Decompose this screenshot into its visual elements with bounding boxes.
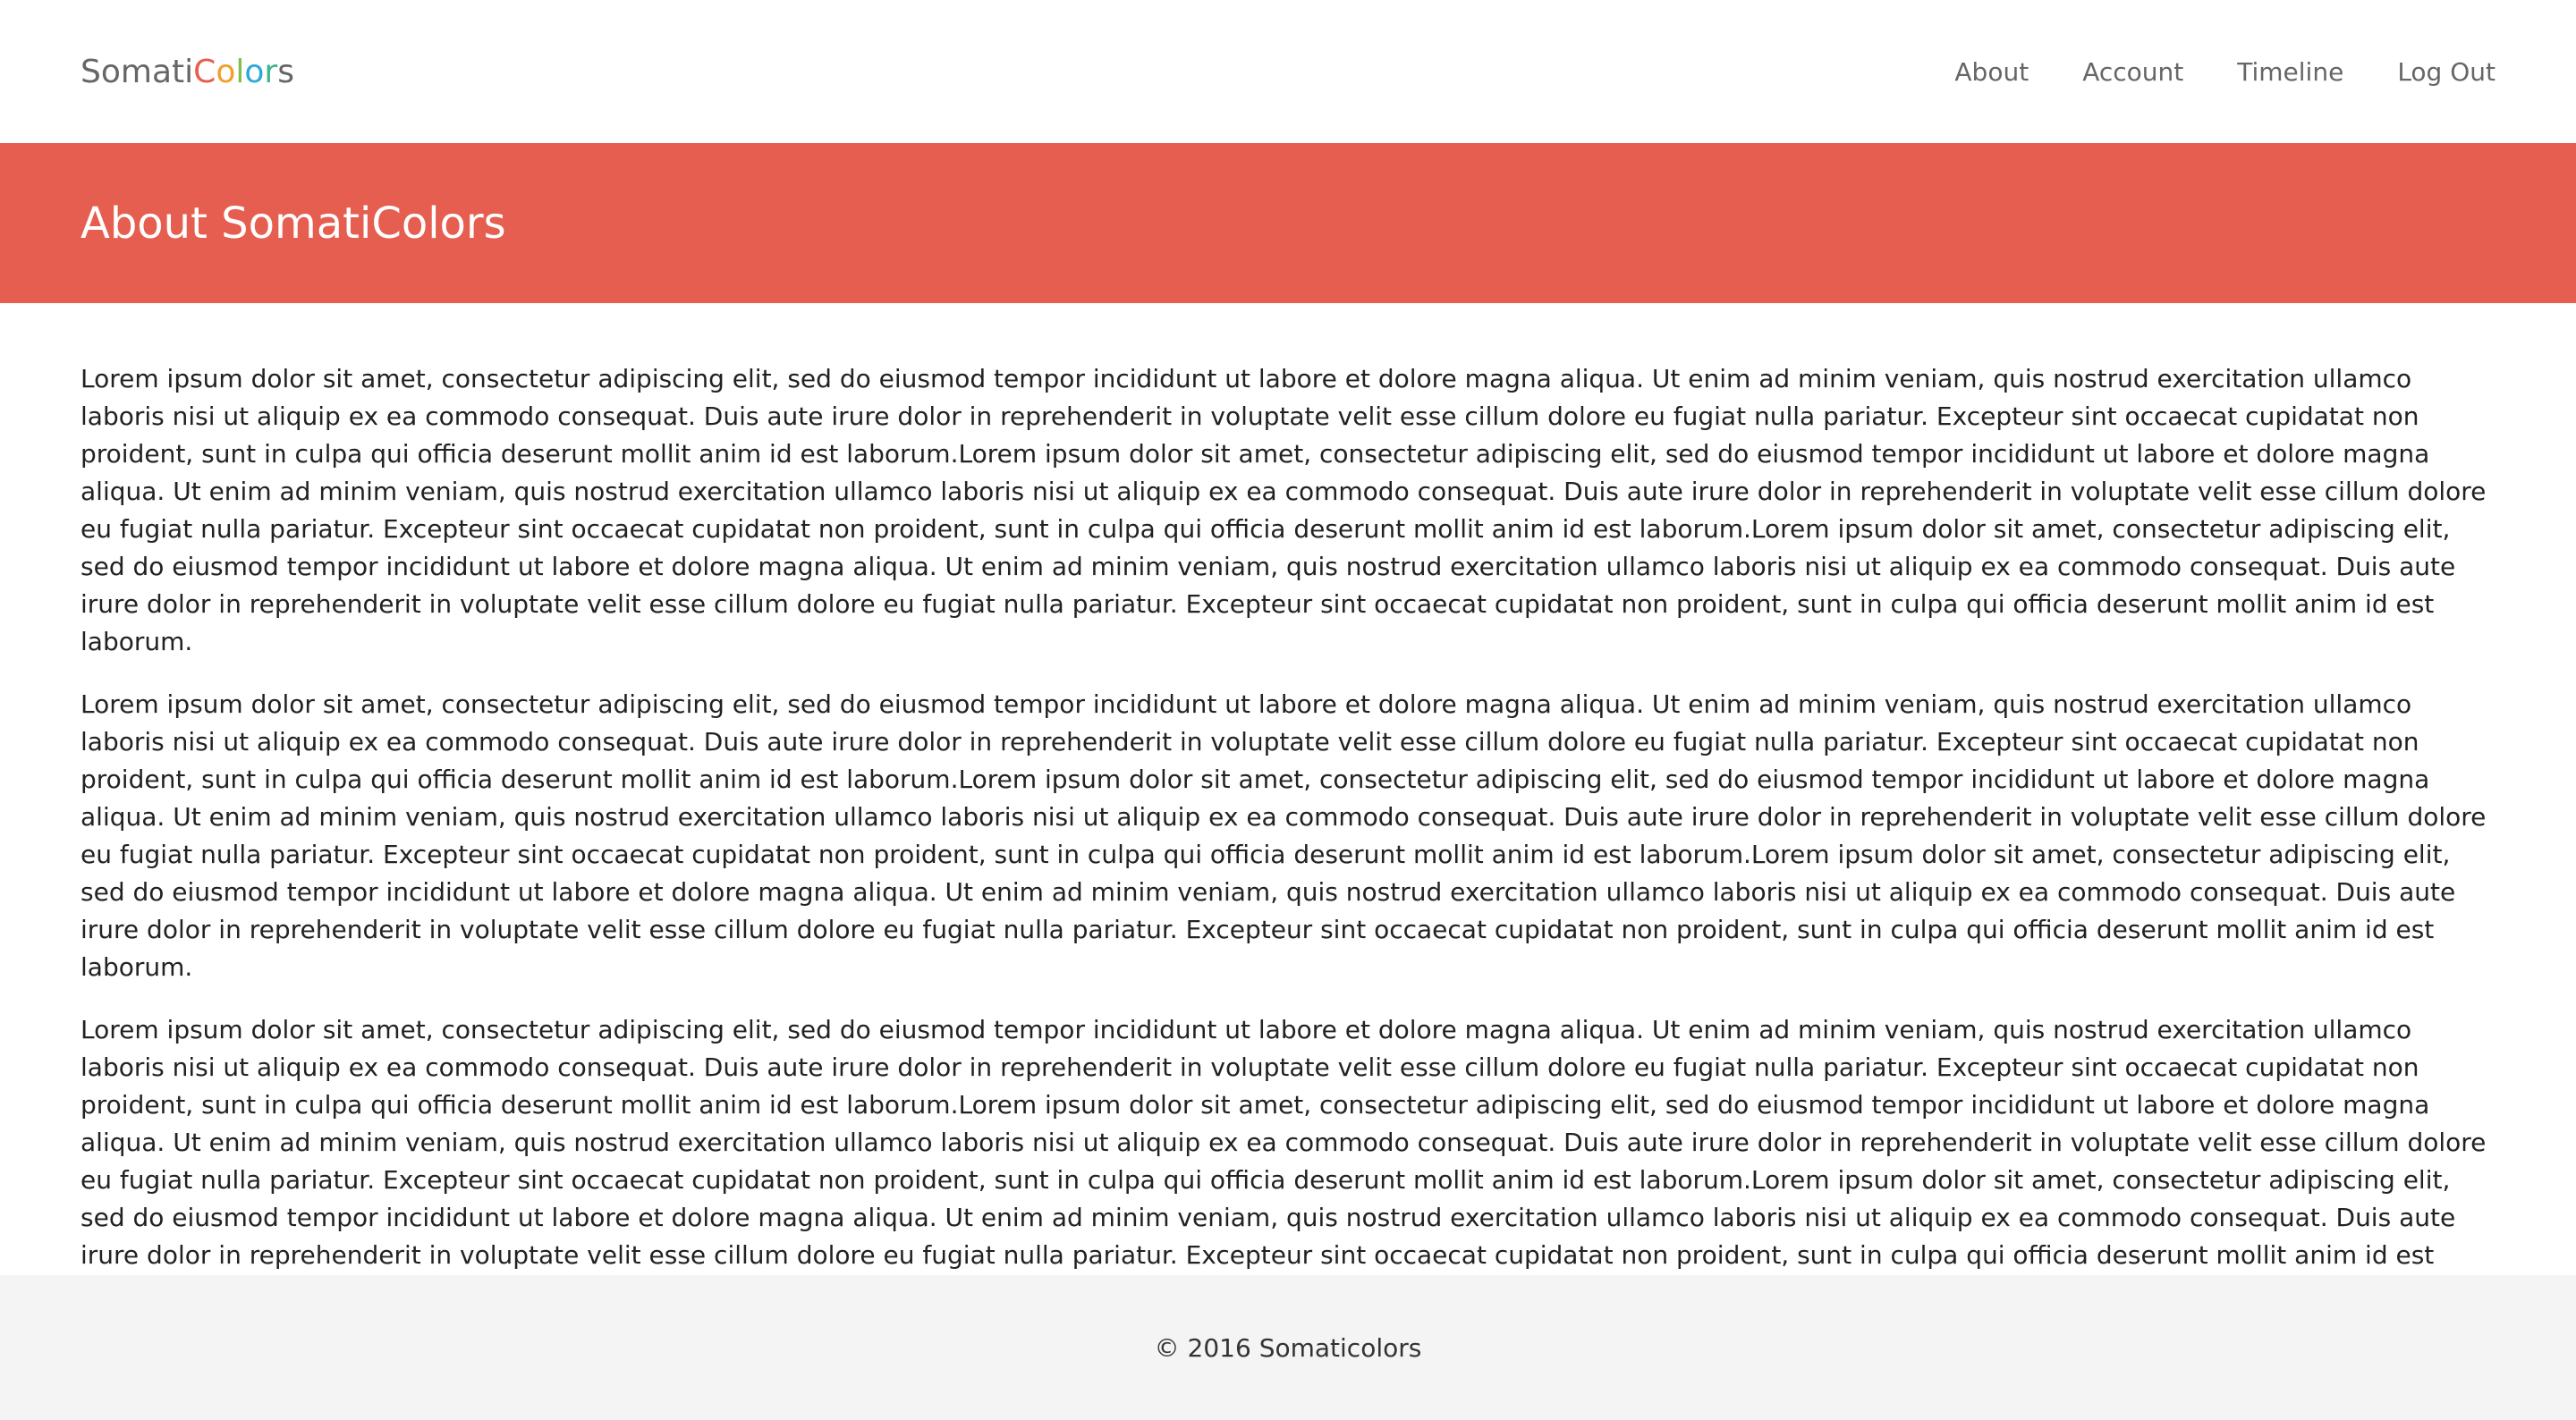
brand-letter: o <box>216 53 236 90</box>
about-paragraph: Lorem ipsum dolor sit amet, consectetur … <box>80 364 2487 656</box>
about-paragraph: Lorem ipsum dolor sit amet, consectetur … <box>80 689 2487 982</box>
brand-letter: l <box>235 53 245 90</box>
about-content: Lorem ipsum dolor sit amet, consectetur … <box>0 303 2576 1307</box>
brand-letter: s <box>277 53 294 90</box>
page-title: About SomatiColors <box>80 198 506 249</box>
page-footer: © 2016 Somaticolors <box>0 1275 2576 1420</box>
brand-logo[interactable]: SomatiColors <box>80 54 294 90</box>
brand-letter: o <box>100 53 121 90</box>
top-navbar: SomatiColors About Account Timeline Log … <box>0 0 2576 143</box>
brand-letter: S <box>80 53 101 90</box>
brand-letter: m <box>120 53 152 90</box>
brand-letter: i <box>184 53 194 90</box>
brand-letter: r <box>264 53 278 90</box>
brand-letter: t <box>172 53 185 90</box>
page-banner: About SomatiColors <box>0 143 2576 303</box>
nav-link-about[interactable]: About <box>1954 57 2029 87</box>
footer-copyright: © 2016 Somaticolors <box>1154 1332 1422 1363</box>
nav-link-logout[interactable]: Log Out <box>2397 57 2496 87</box>
brand-letter: o <box>244 53 265 90</box>
main-nav: About Account Timeline Log Out <box>1954 57 2496 87</box>
brand-letter: C <box>193 53 216 90</box>
nav-link-timeline[interactable]: Timeline <box>2237 57 2343 87</box>
about-paragraph: Lorem ipsum dolor sit amet, consectetur … <box>80 1015 2487 1307</box>
brand-letter: a <box>151 53 173 90</box>
nav-link-account[interactable]: Account <box>2082 57 2183 87</box>
